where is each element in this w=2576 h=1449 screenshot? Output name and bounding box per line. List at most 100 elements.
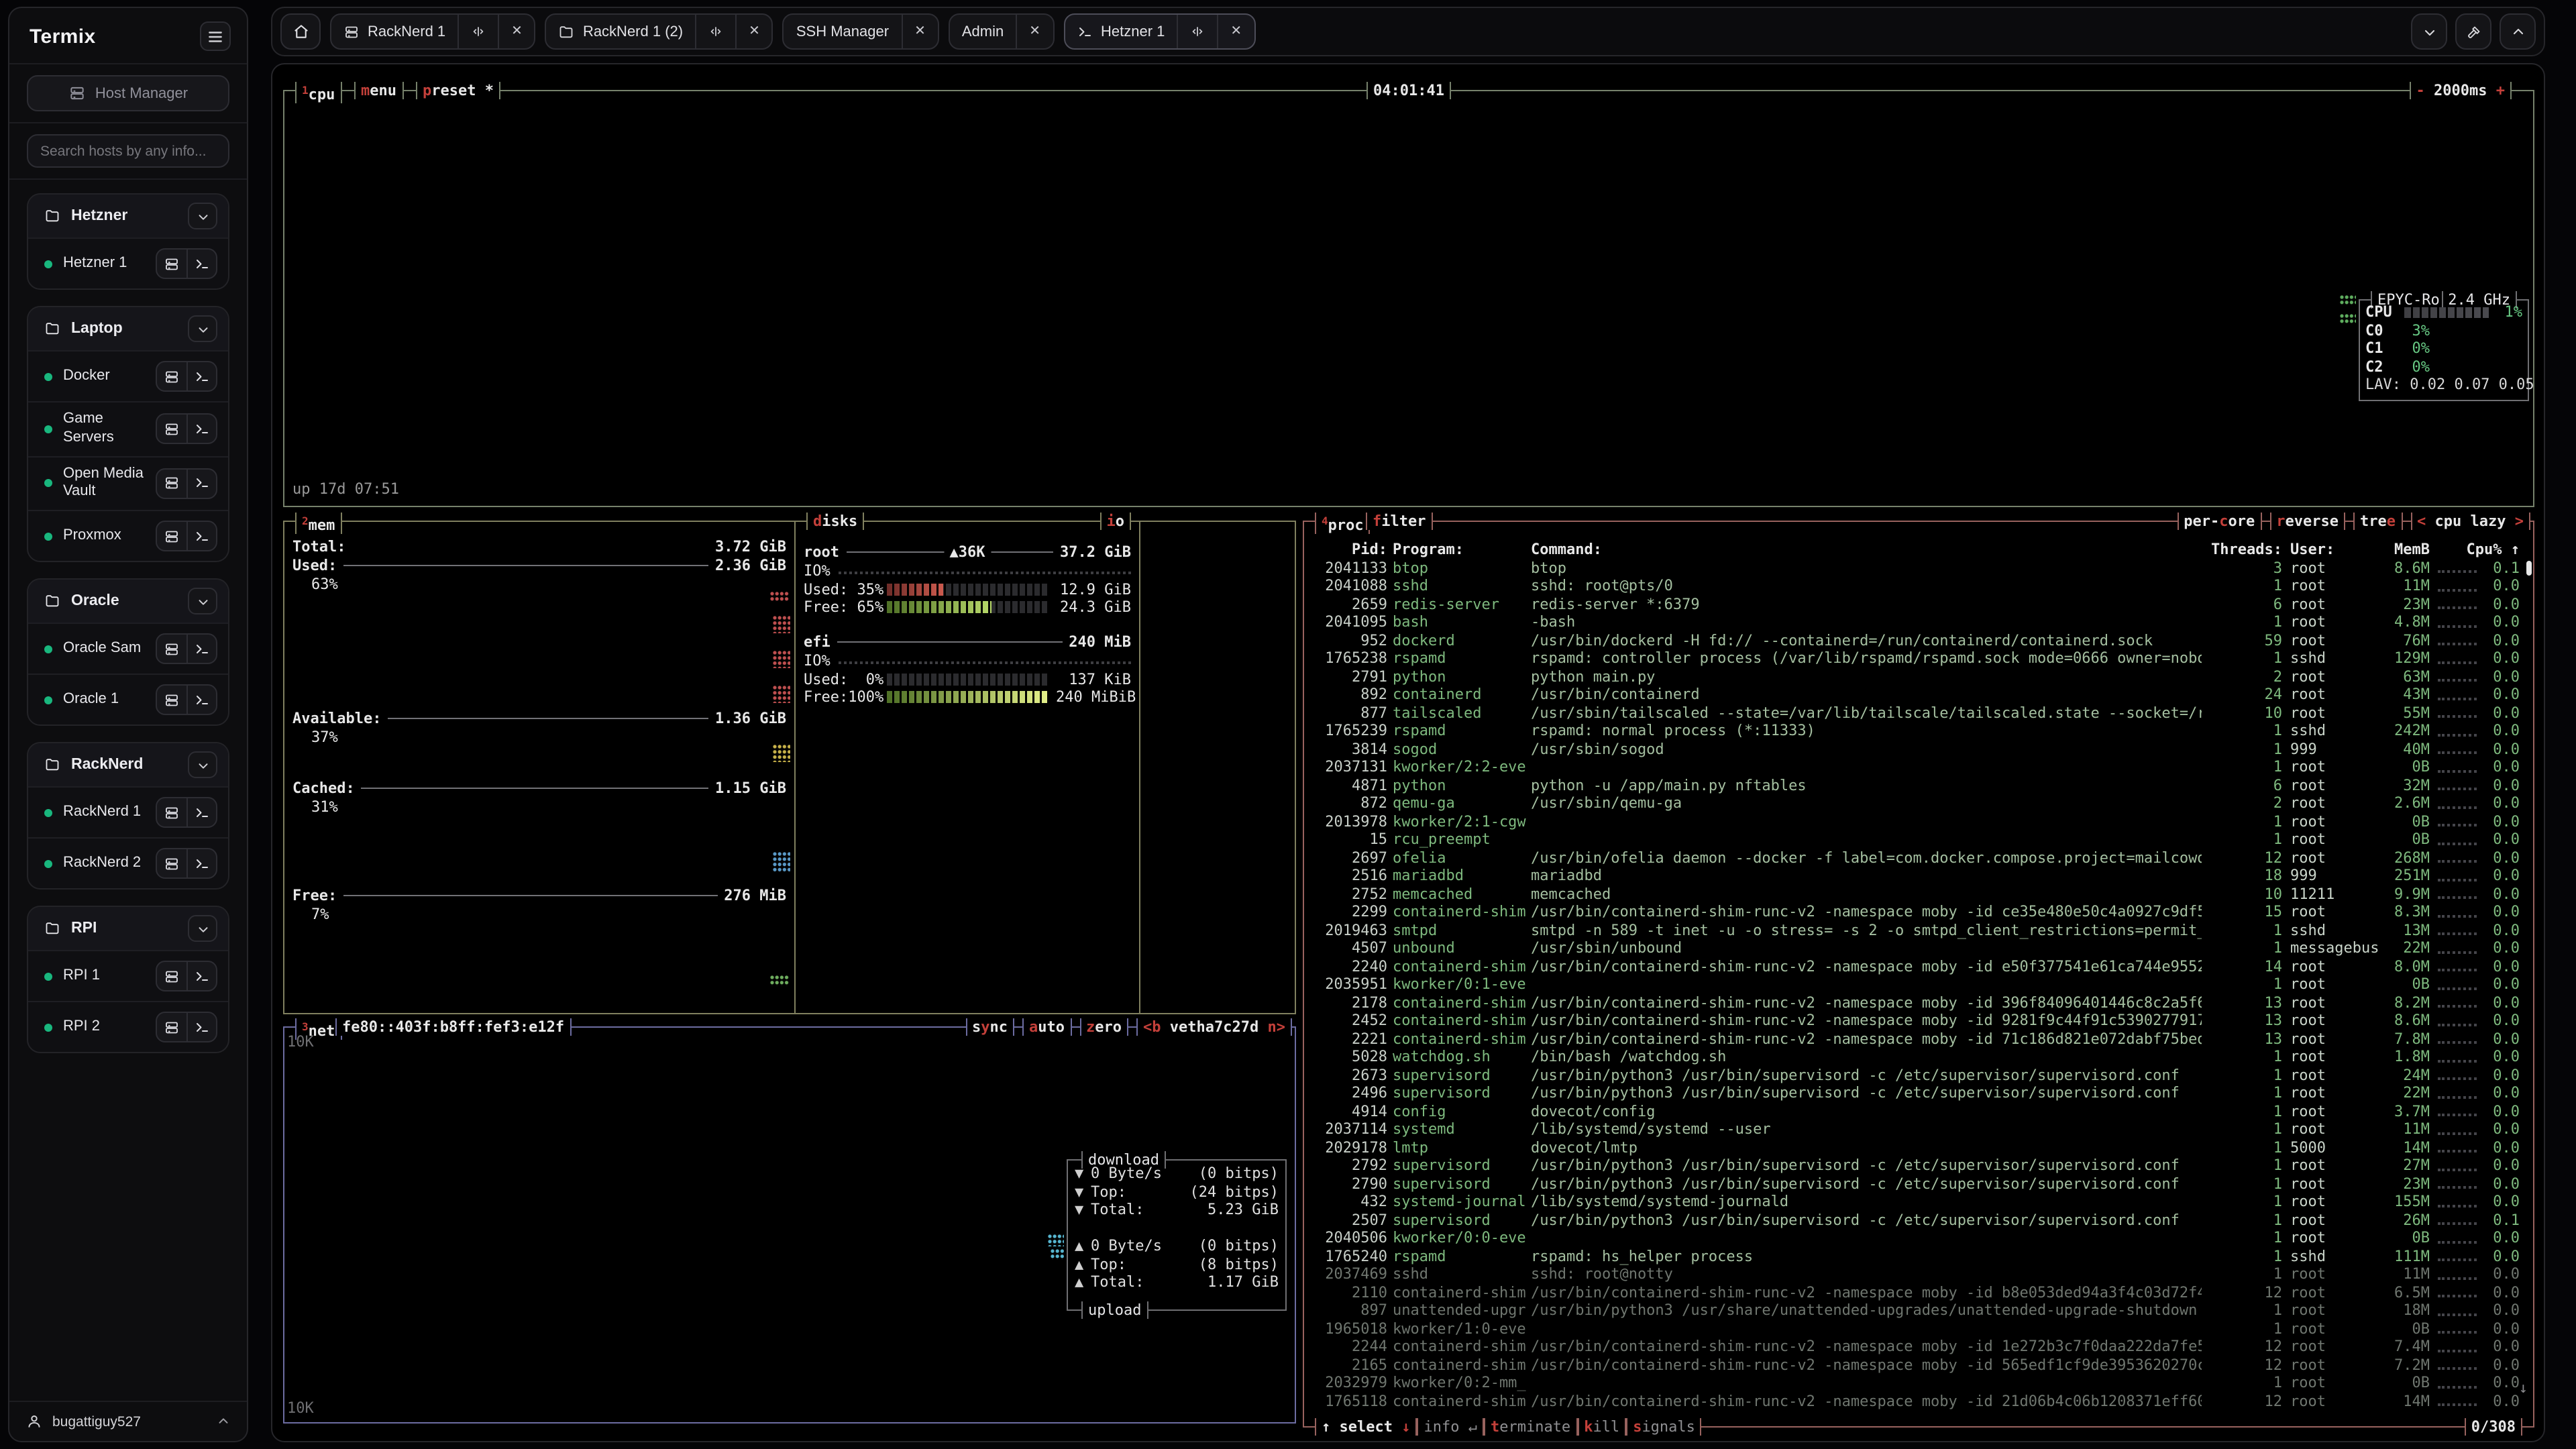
process-row-4914[interactable]: 4914configdovecot/config1root3.7M0.0 bbox=[1304, 1102, 2533, 1120]
host-terminal-open-button[interactable] bbox=[186, 250, 216, 278]
process-row-2035951[interactable]: 2035951kworker/0:1-even1root0B0.0 bbox=[1304, 975, 2533, 994]
proc-select-action[interactable]: ↑ select ↓ bbox=[1315, 1418, 1417, 1436]
tab-close-button[interactable]: ✕ bbox=[902, 15, 938, 48]
group-header-rpi[interactable]: RPI bbox=[28, 907, 228, 950]
proc-header-row[interactable]: Pid:Program:Command:Threads:User:MemBCpu… bbox=[1304, 541, 2533, 559]
chevron-up-icon[interactable] bbox=[216, 1414, 231, 1429]
tabbar-collapse-button[interactable] bbox=[2411, 13, 2447, 50]
process-row-1765240[interactable]: 1765240rspamdrspamd: hs_helper process1s… bbox=[1304, 1247, 2533, 1265]
host-manager-open-button[interactable] bbox=[157, 362, 186, 390]
sidebar-host-hetzner-1[interactable]: Hetzner 1 bbox=[28, 237, 228, 288]
tab-split-button[interactable] bbox=[696, 15, 735, 48]
process-row-2019463[interactable]: 2019463smtpdsmtpd -n 589 -t inet -u -o s… bbox=[1304, 921, 2533, 939]
home-tab-button[interactable] bbox=[280, 13, 321, 50]
sidebar-host-racknerd-1[interactable]: RackNerd 1 bbox=[28, 786, 228, 837]
disks-panel-title[interactable]: disks bbox=[806, 513, 864, 530]
process-row-877[interactable]: 877tailscaled/usr/sbin/tailscaled --stat… bbox=[1304, 704, 2533, 722]
proc-info-action[interactable]: info ↵ bbox=[1417, 1418, 1484, 1436]
process-row-2659[interactable]: 2659redis-serverredis-server *:63796root… bbox=[1304, 595, 2533, 613]
process-row-2496[interactable]: 2496supervisord/usr/bin/python3 /usr/bin… bbox=[1304, 1084, 2533, 1102]
proc-reverse-toggle[interactable]: reverse bbox=[2269, 513, 2345, 530]
sidebar-host-rpi-2[interactable]: RPI 2 bbox=[28, 1001, 228, 1052]
proc-tree-toggle[interactable]: tree bbox=[2353, 513, 2402, 530]
user-footer[interactable]: bugattiguy527 bbox=[9, 1401, 247, 1441]
host-manager-open-button[interactable] bbox=[157, 415, 186, 443]
host-manager-open-button[interactable] bbox=[157, 250, 186, 278]
proc-column-headers[interactable]: Pid:Program:Command:Threads:User:MemBCpu… bbox=[1304, 541, 2533, 559]
net-interface-switcher[interactable]: <b vetha7c27d n> bbox=[1136, 1018, 1292, 1036]
process-row-2697[interactable]: 2697ofelia/usr/bin/ofelia daemon --docke… bbox=[1304, 849, 2533, 867]
process-row-2221[interactable]: 2221containerd-shim/usr/bin/containerd-s… bbox=[1304, 1030, 2533, 1048]
host-manager-open-button[interactable] bbox=[157, 962, 186, 990]
tab-split-button[interactable] bbox=[1178, 15, 1217, 48]
net-sync-button[interactable]: sync bbox=[965, 1018, 1014, 1036]
proc-sort-selector[interactable]: < cpu lazy > bbox=[2410, 513, 2530, 530]
sidebar-host-oracle-sam[interactable]: Oracle Sam bbox=[28, 623, 228, 674]
group-header-oracle[interactable]: Oracle bbox=[28, 580, 228, 623]
proc-kill-action[interactable]: kill bbox=[1577, 1418, 1626, 1436]
tabbar-tools-button[interactable] bbox=[2455, 13, 2491, 50]
process-row-952[interactable]: 952dockerd/usr/bin/dockerd -H fd:// --co… bbox=[1304, 631, 2533, 649]
tab-split-button[interactable] bbox=[459, 15, 498, 48]
net-auto-button[interactable]: auto bbox=[1022, 1018, 1071, 1036]
host-terminal-open-button[interactable] bbox=[186, 686, 216, 714]
process-row-2240[interactable]: 2240containerd-shim/usr/bin/containerd-s… bbox=[1304, 957, 2533, 975]
sidebar-host-game-servers[interactable]: Game Servers bbox=[28, 401, 228, 455]
tab-close-button[interactable]: ✕ bbox=[1218, 15, 1254, 48]
process-row-2037469[interactable]: 2037469sshdsshd: root@notty1root11M0.0 bbox=[1304, 1265, 2533, 1283]
btop-refresh-control[interactable]: - 2000ms + bbox=[2410, 82, 2512, 99]
tab-close-button[interactable]: ✕ bbox=[737, 15, 772, 48]
group-collapse-button[interactable] bbox=[188, 751, 217, 778]
process-row-2178[interactable]: 2178containerd-shim/usr/bin/containerd-s… bbox=[1304, 994, 2533, 1012]
tab-close-button[interactable]: ✕ bbox=[499, 15, 535, 48]
sidebar-host-racknerd-2[interactable]: RackNerd 2 bbox=[28, 837, 228, 888]
sidebar-host-oracle-1[interactable]: Oracle 1 bbox=[28, 674, 228, 724]
btop-menu-button[interactable]: menu bbox=[354, 82, 403, 99]
host-terminal-open-button[interactable] bbox=[186, 962, 216, 990]
host-terminal-open-button[interactable] bbox=[186, 470, 216, 498]
proc-panel-title[interactable]: 4proc bbox=[1315, 513, 1371, 534]
process-row-2452[interactable]: 2452containerd-shim/usr/bin/containerd-s… bbox=[1304, 1012, 2533, 1030]
process-row-872[interactable]: 872qemu-ga/usr/sbin/qemu-ga2root2.6M0.0 bbox=[1304, 794, 2533, 812]
process-row-5028[interactable]: 5028watchdog.sh/bin/bash /watchdog.sh1ro… bbox=[1304, 1048, 2533, 1066]
host-terminal-open-button[interactable] bbox=[186, 362, 216, 390]
host-terminal-open-button[interactable] bbox=[186, 635, 216, 663]
process-row-1765238[interactable]: 1765238rspamdrspamd: controller process … bbox=[1304, 649, 2533, 667]
process-row-2041095[interactable]: 2041095bash-bash1root4.8M0.0 bbox=[1304, 613, 2533, 631]
process-row-2040506[interactable]: 2040506kworker/0:0-even1root0B0.0 bbox=[1304, 1229, 2533, 1247]
proc-per-core-toggle[interactable]: per-core bbox=[2177, 513, 2261, 530]
proc-scrollbar-thumb[interactable] bbox=[2526, 561, 2532, 576]
process-row-2673[interactable]: 2673supervisord/usr/bin/python3 /usr/bin… bbox=[1304, 1066, 2533, 1084]
process-row-2110[interactable]: 2110containerd-shim/usr/bin/containerd-s… bbox=[1304, 1283, 2533, 1301]
process-row-2792[interactable]: 2792supervisord/usr/bin/python3 /usr/bin… bbox=[1304, 1157, 2533, 1175]
process-row-2752[interactable]: 2752memcachedmemcached10112119.9M0.0 bbox=[1304, 885, 2533, 903]
host-manager-open-button[interactable] bbox=[157, 470, 186, 498]
process-row-4507[interactable]: 4507unbound/usr/sbin/unbound1messagebus2… bbox=[1304, 939, 2533, 957]
disks-io-toggle[interactable]: io bbox=[1100, 513, 1132, 530]
process-row-2029178[interactable]: 2029178lmtpdovecot/lmtp1500014M0.0 bbox=[1304, 1138, 2533, 1157]
tab-admin[interactable]: Admin✕ bbox=[949, 13, 1054, 50]
sidebar-host-docker[interactable]: Docker bbox=[28, 350, 228, 401]
process-row-2516[interactable]: 2516mariadbdmariadbd18999251M0.0 bbox=[1304, 867, 2533, 885]
proc-terminate-action[interactable]: terminate bbox=[1484, 1418, 1577, 1436]
process-row-2013978[interactable]: 2013978kworker/2:1-cgwb1root0B0.0 bbox=[1304, 812, 2533, 830]
host-terminal-open-button[interactable] bbox=[186, 522, 216, 550]
host-manager-open-button[interactable] bbox=[157, 798, 186, 826]
host-manager-open-button[interactable] bbox=[157, 635, 186, 663]
btop-preset-button[interactable]: preset * bbox=[416, 82, 500, 99]
host-manager-open-button[interactable] bbox=[157, 849, 186, 877]
process-row-432[interactable]: 432systemd-journal/lib/systemd/systemd-j… bbox=[1304, 1193, 2533, 1211]
process-row-2507[interactable]: 2507supervisord/usr/bin/python3 /usr/bin… bbox=[1304, 1211, 2533, 1229]
tab-ssh-manager[interactable]: SSH Manager✕ bbox=[783, 13, 939, 50]
host-manager-button[interactable]: Host Manager bbox=[27, 75, 229, 111]
process-row-2041133[interactable]: 2041133btopbtop3root8.6M0.1 bbox=[1304, 559, 2533, 577]
tabbar-expand-button[interactable] bbox=[2500, 13, 2536, 50]
sidebar-host-proxmox[interactable]: Proxmox bbox=[28, 510, 228, 561]
process-row-1965018[interactable]: 1965018kworker/1:0-even1root0B0.0 bbox=[1304, 1320, 2533, 1338]
process-row-2165[interactable]: 2165containerd-shim/usr/bin/containerd-s… bbox=[1304, 1356, 2533, 1374]
group-header-hetzner[interactable]: Hetzner bbox=[28, 195, 228, 237]
tab-close-button[interactable]: ✕ bbox=[1017, 15, 1053, 48]
proc-signals-action[interactable]: signals bbox=[1626, 1418, 1702, 1436]
process-row-1765239[interactable]: 1765239rspamdrspamd: normal process (*:1… bbox=[1304, 722, 2533, 740]
host-terminal-open-button[interactable] bbox=[186, 1013, 216, 1041]
